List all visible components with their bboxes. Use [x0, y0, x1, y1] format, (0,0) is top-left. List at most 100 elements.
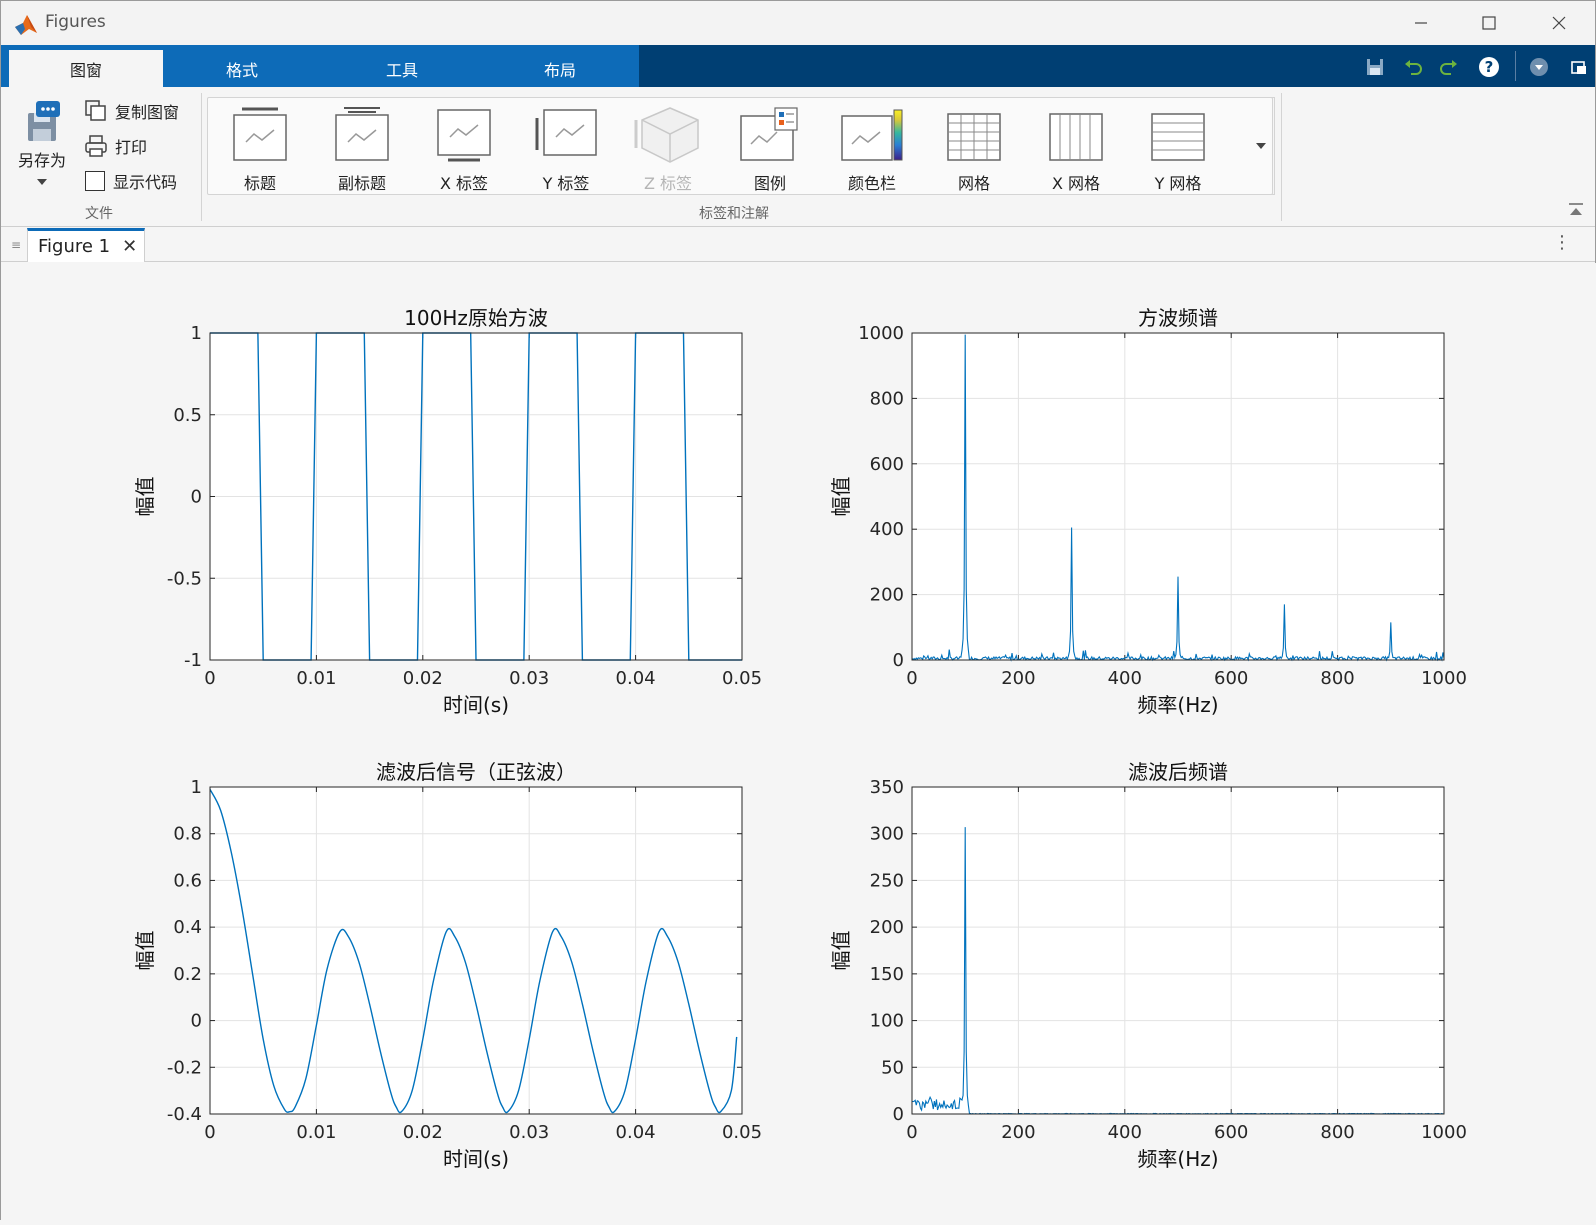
ribbon: 另存为 复制图窗 打印 显示代码 文件 标题: [1, 87, 1595, 227]
axes-title: 100Hz原始方波: [404, 306, 548, 330]
tab-tools[interactable]: 工具: [325, 50, 479, 87]
print-button[interactable]: 打印: [85, 132, 147, 160]
figure-tab-label: Figure 1: [38, 236, 110, 257]
ylabel-icon: [534, 106, 598, 164]
y-axis-label: 幅值: [133, 477, 157, 517]
y-tick-label: 200: [870, 585, 904, 606]
collapse-ribbon-button[interactable]: [1567, 201, 1587, 221]
y-tick-label: 0.2: [173, 964, 202, 985]
xgrid-button[interactable]: X 网格: [1026, 98, 1126, 196]
y-tick-label: 50: [881, 1057, 904, 1078]
axes-1: 00.010.020.030.040.05-1-0.500.51100Hz原始方…: [133, 306, 762, 717]
y-tick-label: 1: [191, 777, 202, 798]
plot-area: [912, 787, 1444, 1114]
x-tick-label: 200: [1001, 668, 1035, 689]
x-axis-label: 时间(s): [443, 1147, 509, 1171]
y-tick-label: 0: [191, 487, 202, 508]
redo-button[interactable]: [1435, 53, 1463, 81]
help-button[interactable]: ?: [1475, 53, 1503, 81]
plot-area: [210, 787, 742, 1114]
copy-icon: [85, 100, 107, 122]
xlabel-button[interactable]: X 标签: [414, 98, 514, 196]
axes-3: 00.010.020.030.040.05-0.4-0.200.20.40.60…: [133, 760, 762, 1171]
tab-format[interactable]: 格式: [165, 50, 319, 87]
y-tick-label: -0.2: [167, 1057, 202, 1078]
x-tick-label: 0.04: [616, 1122, 656, 1143]
y-tick-label: 0.4: [173, 917, 202, 938]
quick-access-menu-button[interactable]: [1525, 53, 1553, 81]
save-as-label: 另存为: [18, 147, 66, 171]
x-tick-label: 1000: [1421, 668, 1467, 689]
save-quick-button[interactable]: [1361, 53, 1389, 81]
ylabel-button[interactable]: Y 标签: [516, 98, 616, 196]
annotation-more-button[interactable]: [1247, 97, 1275, 195]
y-axis-label: 幅值: [133, 931, 157, 971]
tab-layout[interactable]: 布局: [483, 50, 637, 87]
y-tick-label: 0: [893, 1104, 904, 1125]
y-tick-label: 0: [191, 1011, 202, 1032]
x-tick-label: 0.02: [403, 668, 443, 689]
y-axis-label: 幅值: [829, 931, 853, 971]
y-tick-label: -0.4: [167, 1104, 202, 1125]
y-tick-label: 0: [893, 650, 904, 671]
ygrid-button[interactable]: Y 网格: [1128, 98, 1228, 196]
axes-2: 0200400600800100002004006008001000方波频谱频率…: [829, 306, 1467, 717]
drag-grip-icon[interactable]: ≡: [11, 238, 21, 252]
file-group-label: 文件: [85, 203, 113, 223]
tab-figure[interactable]: 图窗: [9, 50, 163, 87]
matlab-logo-icon: [13, 11, 39, 37]
maximize-button[interactable]: [1465, 7, 1513, 39]
close-tab-icon[interactable]: ✕: [122, 236, 137, 257]
copy-figure-label: 复制图窗: [115, 99, 179, 123]
copy-figure-button[interactable]: 复制图窗: [85, 97, 179, 125]
legend-button[interactable]: 图例: [720, 98, 820, 196]
undock-button[interactable]: [1565, 53, 1593, 81]
x-tick-label: 0: [204, 1122, 215, 1143]
minimize-icon: [1413, 15, 1429, 31]
x-tick-label: 0.05: [722, 1122, 762, 1143]
maximize-icon: [1481, 15, 1497, 31]
undo-button[interactable]: [1399, 53, 1427, 81]
annotation-panel: 标题 副标题 X 标签 Y 标签 Z 标签 图例: [207, 97, 1273, 195]
more-options-icon[interactable]: ⋮: [1553, 232, 1571, 253]
checkbox-icon: [85, 171, 105, 191]
y-tick-label: -1: [184, 650, 202, 671]
close-icon: [1551, 15, 1567, 31]
colorbar-icon: [840, 106, 904, 164]
subtitle-button[interactable]: 副标题: [312, 98, 412, 196]
xgrid-icon: [1048, 106, 1104, 164]
axes-title: 滤波后信号（正弦波）: [376, 760, 576, 784]
zlabel-button[interactable]: Z 标签: [618, 98, 718, 196]
y-tick-label: 400: [870, 519, 904, 540]
y-tick-label: 0.8: [173, 824, 202, 845]
y-tick-label: -0.5: [167, 568, 202, 589]
y-tick-label: 600: [870, 454, 904, 475]
axes-title: 滤波后频谱: [1128, 760, 1228, 784]
x-tick-label: 0: [204, 668, 215, 689]
document-tabbar: ≡ Figure 1 ✕ ⋮: [1, 228, 1595, 262]
y-axis-label: 幅值: [829, 477, 853, 517]
save-as-button[interactable]: 另存为: [11, 99, 73, 199]
x-tick-label: 0.03: [509, 668, 549, 689]
close-window-button[interactable]: [1535, 7, 1583, 39]
show-code-checkbox[interactable]: 显示代码: [85, 167, 177, 195]
undock-icon: [1569, 57, 1589, 77]
plot-area: [912, 333, 1444, 660]
figure-canvas: 00.010.020.030.040.05-1-0.500.51100Hz原始方…: [1, 263, 1596, 1221]
x-tick-label: 0: [906, 1122, 917, 1143]
x-tick-label: 0.01: [296, 668, 336, 689]
undo-icon: [1403, 57, 1423, 77]
axes-title: 方波频谱: [1138, 306, 1218, 330]
collapse-icon: [1567, 201, 1585, 219]
title-button[interactable]: 标题: [210, 98, 310, 196]
axes-4: 02004006008001000050100150200250300350滤波…: [829, 760, 1467, 1171]
colorbar-button[interactable]: 颜色栏: [822, 98, 922, 196]
minimize-button[interactable]: [1397, 7, 1445, 39]
ygrid-icon: [1150, 106, 1206, 164]
x-tick-label: 0.03: [509, 1122, 549, 1143]
x-tick-label: 0.02: [403, 1122, 443, 1143]
figure-tab[interactable]: Figure 1 ✕: [27, 228, 145, 262]
title-icon: [232, 106, 288, 164]
grid-button[interactable]: 网格: [924, 98, 1024, 196]
show-code-label: 显示代码: [113, 169, 177, 193]
